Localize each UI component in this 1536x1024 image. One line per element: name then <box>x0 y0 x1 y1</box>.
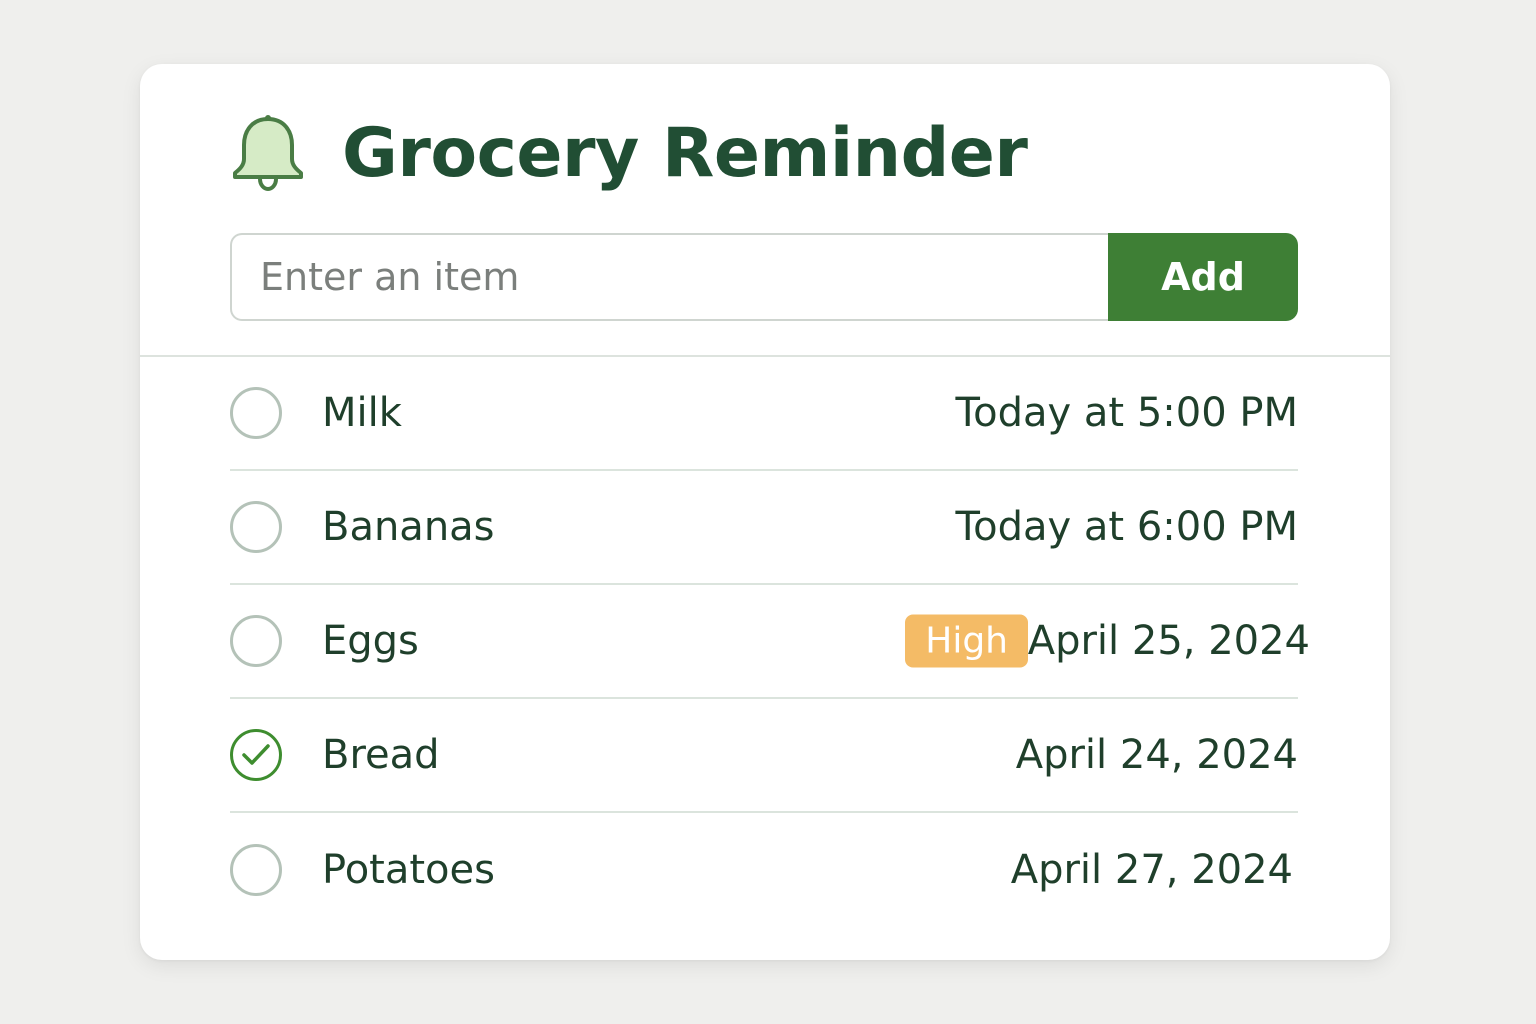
list-item: Eggs High April 25, 2024 <box>230 585 1310 699</box>
complete-checkbox[interactable] <box>230 844 282 896</box>
add-item-form: Add <box>230 233 1298 321</box>
priority-badge: High <box>905 614 1028 668</box>
item-name: Potatoes <box>322 847 495 893</box>
item-due: April 24, 2024 <box>1015 732 1298 778</box>
add-button[interactable]: Add <box>1108 233 1298 321</box>
item-due: Today at 5:00 PM <box>955 390 1298 436</box>
reminder-card: Grocery Reminder Add Milk Today at 5:00 … <box>140 64 1390 960</box>
item-name: Eggs <box>322 618 419 664</box>
complete-checkbox-checked[interactable] <box>230 729 282 781</box>
item-input[interactable] <box>230 233 1108 321</box>
item-name: Bread <box>322 732 440 778</box>
list-item: Milk Today at 5:00 PM <box>230 357 1298 471</box>
list-item: Bananas Today at 6:00 PM <box>230 471 1298 585</box>
bell-icon <box>233 115 303 192</box>
checkmark-icon <box>242 744 270 765</box>
list-item: Bread April 24, 2024 <box>230 699 1298 813</box>
complete-checkbox[interactable] <box>230 387 282 439</box>
grocery-list: Milk Today at 5:00 PM Bananas Today at 6… <box>230 357 1310 927</box>
item-due: April 27, 2024 <box>1010 847 1293 893</box>
item-due: April 25, 2024 <box>1027 618 1310 664</box>
header: Grocery Reminder <box>230 108 1028 198</box>
complete-checkbox[interactable] <box>230 615 282 667</box>
item-name: Milk <box>322 390 402 436</box>
item-name: Bananas <box>322 504 495 550</box>
page-title: Grocery Reminder <box>342 113 1028 193</box>
item-due: Today at 6:00 PM <box>955 504 1298 550</box>
complete-checkbox[interactable] <box>230 501 282 553</box>
list-item: Potatoes April 27, 2024 <box>230 813 1298 927</box>
